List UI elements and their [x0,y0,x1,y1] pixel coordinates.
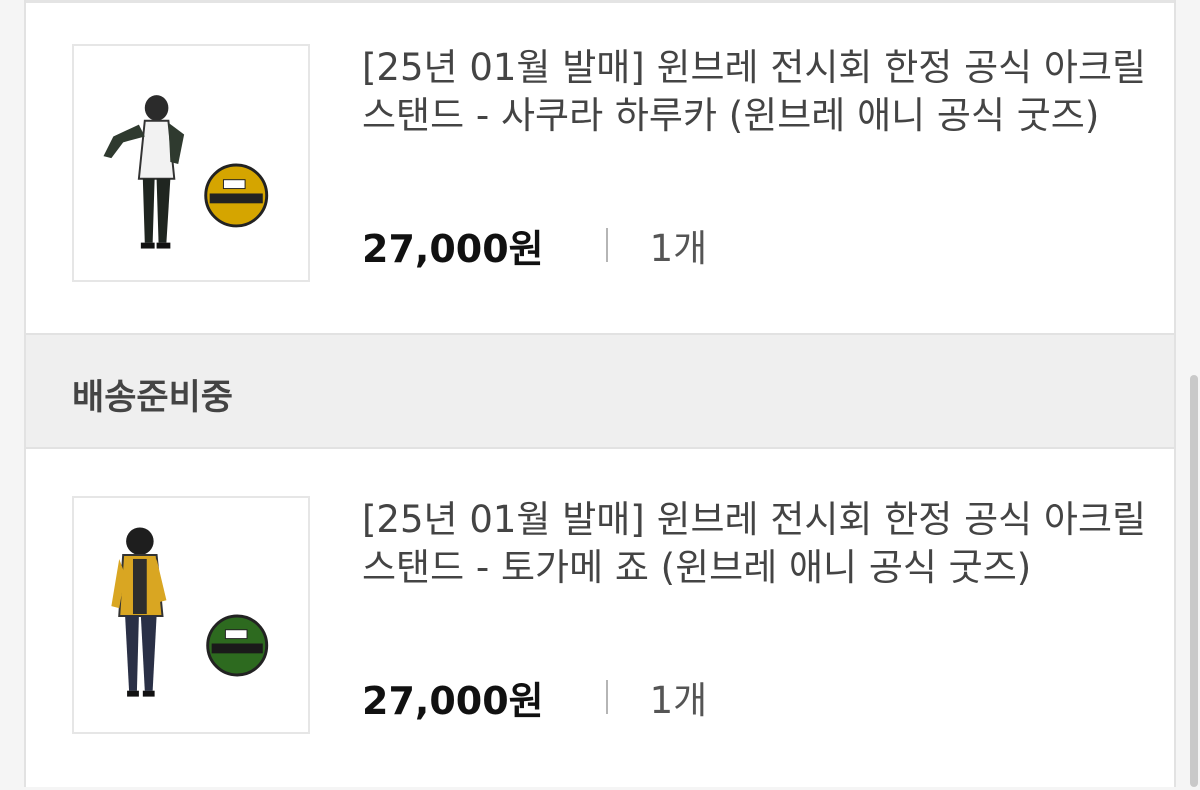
product-thumbnail[interactable] [72,496,310,734]
order-list-viewport: [25년 01월 발매] 윈브레 전시회 한정 공식 아크릴 스탠드 - 사쿠라… [0,0,1200,787]
product-thumbnail[interactable] [72,44,310,282]
product-title[interactable]: [25년 01월 발매] 윈브레 전시회 한정 공식 아크릴 스탠드 - 사쿠라… [362,44,1174,140]
price-row: 27,000원 1개 [362,673,708,723]
product-quantity: 1개 [649,679,708,722]
product-price: 27,000원 [362,226,544,271]
price-quantity-separator [605,228,608,262]
shipping-status-header: 배송준비중 [26,333,1174,449]
top-divider [26,0,1174,3]
acrylic-stand-image [111,527,269,697]
price-row: 27,000원 1개 [362,221,708,271]
order-item[interactable]: [25년 01월 발매] 윈브레 전시회 한정 공식 아크릴 스탠드 - 토가메… [26,470,1174,790]
shipping-status-label: 배송준비중 [72,378,234,418]
scrollbar-thumb[interactable] [1190,375,1198,787]
acrylic-stand-image [103,95,269,249]
product-quantity: 1개 [649,227,708,270]
product-price: 27,000원 [362,678,544,723]
order-item[interactable]: [25년 01월 발매] 윈브레 전시회 한정 공식 아크릴 스탠드 - 사쿠라… [26,18,1174,338]
order-panel: [25년 01월 발매] 윈브레 전시회 한정 공식 아크릴 스탠드 - 사쿠라… [24,0,1176,787]
price-quantity-separator [605,680,608,714]
product-title[interactable]: [25년 01월 발매] 윈브레 전시회 한정 공식 아크릴 스탠드 - 토가메… [362,496,1174,592]
